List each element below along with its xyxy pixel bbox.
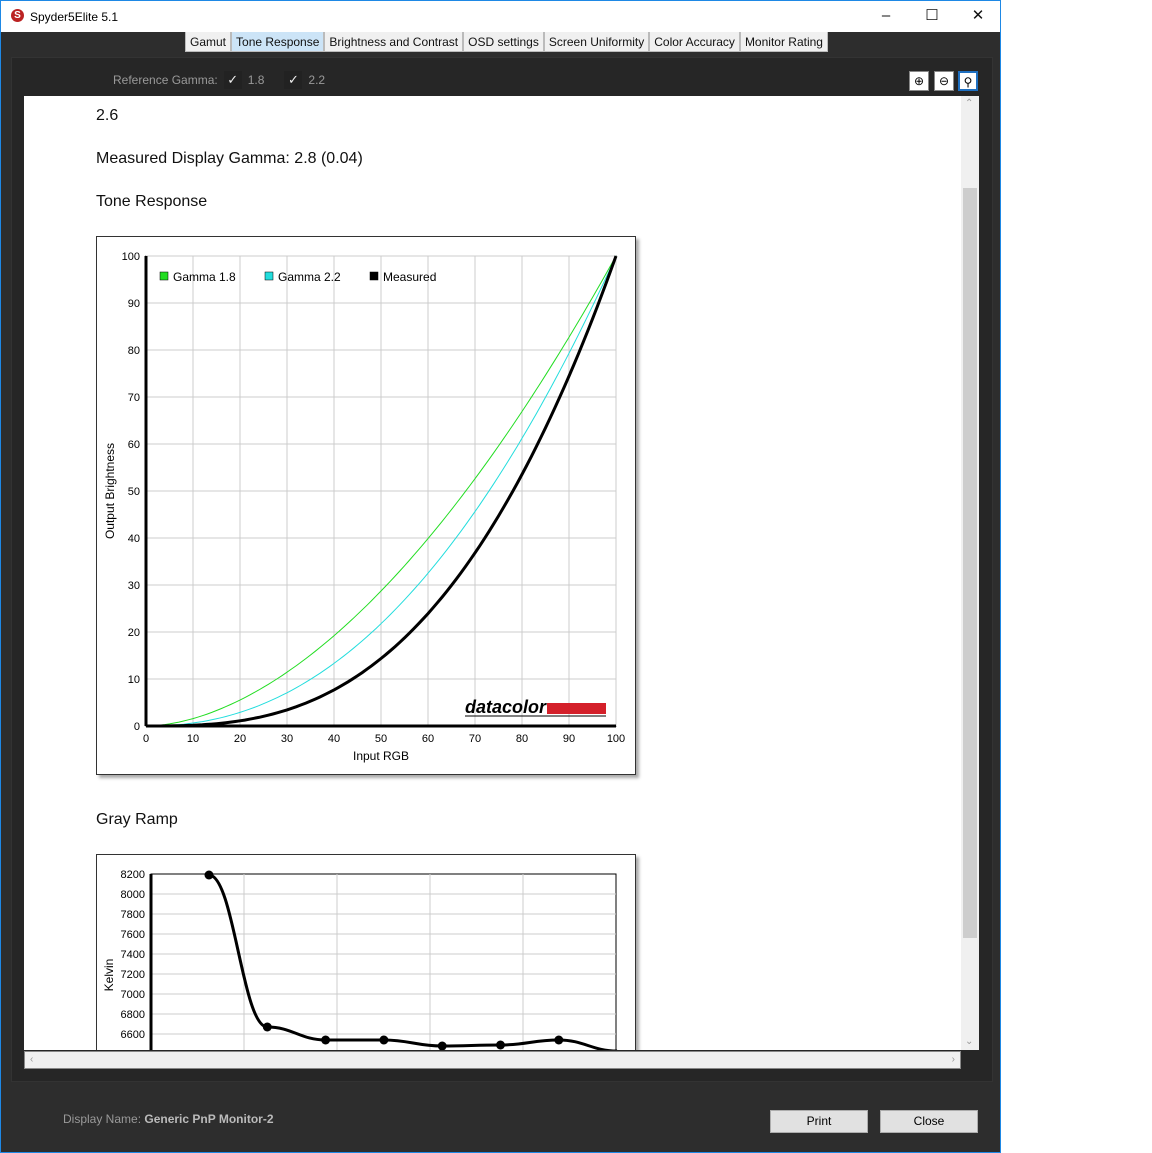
measured-gamma: Measured Display Gamma: 2.8 (0.04) [96,150,363,167]
y-tick-label: 7000 [121,989,145,1001]
y-tick-label: 40 [128,533,140,545]
x-tick-label: 10 [187,733,199,745]
y-tick-label: 8000 [121,889,145,901]
gamma-value: 2.6 [96,107,119,124]
datacolor-logo: datacolor [465,697,547,717]
x-tick-label: 70 [469,733,481,745]
plot-area [150,873,617,1050]
x-tick-label: 100 [607,733,625,745]
data-point [554,1035,564,1045]
tab-bar: Gamut Tone Response Brightness and Contras… [185,32,828,52]
y-tick-label: 50 [128,486,140,498]
print-button[interactable]: Print [770,1110,868,1133]
x-tick-label: 60 [422,733,434,745]
tab-screen-uniformity[interactable]: Screen Uniformity [543,32,650,52]
y-tick-label: 7200 [121,969,145,981]
gamma-1-8-label: 1.8 [247,73,265,87]
display-name-info: Display Name: Generic PnP Monitor-2 [63,1112,274,1126]
x-axis-label: Input RGB [353,749,409,763]
y-tick-label: 90 [128,298,140,310]
x-tick-label: 50 [375,733,387,745]
y-tick-label: 30 [128,580,140,592]
y-axis-label: Kelvin [102,959,116,992]
y-tick-label: 60 [128,439,140,451]
vertical-scroll-thumb[interactable] [963,188,977,938]
legend-label: Gamma 1.8 [173,270,236,284]
gamma-1-8-checkbox[interactable]: ✓ [223,71,242,89]
horizontal-scrollbar[interactable]: ‹ › [24,1051,961,1069]
gray-ramp-chart: 8200 8000 7800 7600 7400 7200 7000 6800 6600 Kelv… [96,854,636,1050]
y-tick-label: 10 [128,674,140,686]
y-axis-label: Output Brightness [103,443,117,539]
reference-gamma-bar: Reference Gamma: ✓ 1.8 ✓ 2.2 [113,71,325,89]
legend-swatch [159,271,169,281]
tab-osd-settings[interactable]: OSD settings [463,32,544,52]
data-point [379,1035,389,1045]
legend-swatch [369,271,379,281]
maximize-button[interactable]: ☐ [909,5,955,27]
x-tick-label: 90 [563,733,575,745]
zoom-in-icon[interactable]: ⊕ [909,71,929,91]
x-tick-label: 0 [143,733,149,745]
tab-monitor-rating[interactable]: Monitor Rating [739,32,828,52]
close-button[interactable]: Close [880,1110,978,1133]
close-window-button[interactable]: ✕ [955,5,1001,27]
tab-color-accuracy[interactable]: Color Accuracy [649,32,740,52]
window-title: Spyder5Elite 5.1 [30,10,119,24]
reference-gamma-label: Reference Gamma: [113,73,218,87]
tab-gamut[interactable]: Gamut [185,32,232,52]
app-logo-icon: S [11,9,24,22]
data-point [321,1035,331,1045]
app-window: S Spyder5Elite 5.1 – ☐ ✕ Gamut Tone Respo… [0,0,1001,1153]
x-tick-label: 40 [328,733,340,745]
legend-swatch [264,271,274,281]
tone-response-title: Tone Response [96,193,208,210]
y-tick-label: 100 [122,251,140,263]
data-point [204,870,214,880]
title-bar: S Spyder5Elite 5.1 – ☐ ✕ [1,1,1000,32]
y-tick-label: 80 [128,345,140,357]
y-tick-label: 7400 [121,949,145,961]
y-tick-label: 7800 [121,909,145,921]
x-tick-label: 20 [234,733,246,745]
zoom-out-icon[interactable]: ⊖ [934,71,954,91]
y-tick-label: 7600 [121,929,145,941]
gray-ramp-title: Gray Ramp [96,811,178,828]
x-tick-label: 30 [281,733,293,745]
tab-brightness-and-contrast[interactable]: Brightness and Contrast [324,32,464,52]
datacolor-logo-bar [547,703,606,714]
y-tick-label: 6800 [121,1009,145,1021]
zoom-fit-icon[interactable]: ⚲ [958,71,978,91]
vertical-scrollbar[interactable]: ⌃ ⌄ [961,96,979,1050]
y-tick-label: 70 [128,392,140,404]
y-tick-label: 0 [134,721,140,733]
display-name-label: Display Name: [63,1112,142,1126]
report-content: 2.6 Measured Display Gamma: 2.8 (0.04) T… [24,96,961,1050]
display-name-value: Generic PnP Monitor-2 [144,1112,274,1126]
y-tick-label: 8200 [121,869,145,881]
data-point [262,1022,272,1032]
legend-label: Measured [383,270,436,284]
y-tick-label: 6600 [121,1029,145,1041]
data-point [496,1040,505,1050]
legend-label: Gamma 2.2 [278,270,341,284]
minimize-button[interactable]: – [863,5,909,27]
gamma-2-2-label: 2.2 [308,73,326,87]
x-tick-label: 80 [516,733,528,745]
gamma-2-2-checkbox[interactable]: ✓ [284,71,303,89]
tone-response-chart: 0 10 20 30 40 50 60 70 80 90 100 0 10 20 30 40 50 60 70 80 9… [96,236,636,775]
y-tick-label: 20 [128,627,140,639]
tab-tone-response[interactable]: Tone Response [231,32,325,52]
